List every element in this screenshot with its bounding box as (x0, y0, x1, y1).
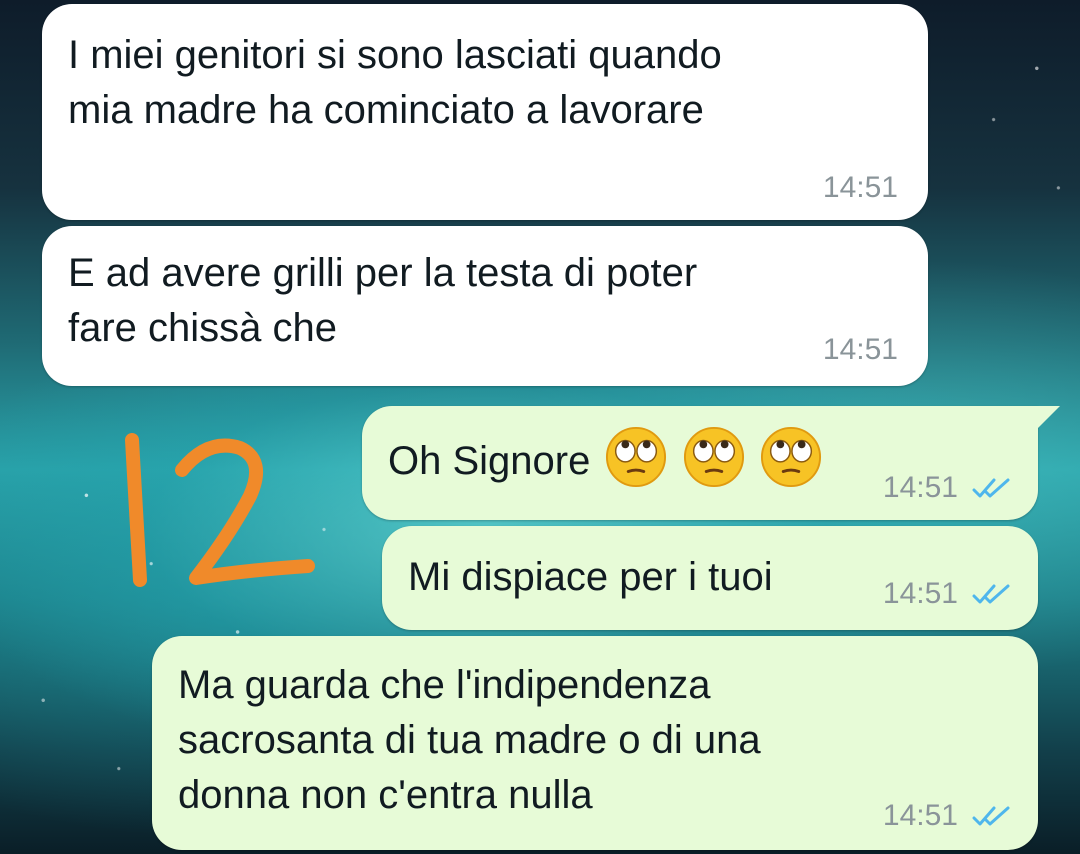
message-text: Oh Signore (388, 427, 822, 489)
outgoing-message[interactable]: Oh Signore 14:51 (362, 406, 1060, 520)
handwritten-annotation-12 (125, 433, 315, 587)
incoming-message[interactable]: E ad avere grilli per la testa di poter … (42, 226, 928, 386)
message-meta: 14:51 (883, 798, 1012, 834)
message-text-line: donna non c'entra nulla (178, 773, 593, 817)
outgoing-message[interactable]: Mi dispiace per i tuoi 14:51 (382, 526, 1038, 630)
message-timestamp: 14:51 (822, 333, 898, 366)
message-timestamp: 14:51 (822, 171, 898, 204)
message-meta: 14:51 (883, 470, 1012, 506)
message-text-line: fare chissà che (68, 306, 338, 350)
message-text-line: I miei genitori si sono lasciati quando (68, 33, 722, 77)
double-check-read-icon (972, 804, 1012, 828)
face-with-rolling-eyes-icon (683, 427, 744, 488)
message-text-line: mia madre ha cominciato a lavorare (68, 88, 704, 132)
message-text-line: sacrosanta di tua madre o di una (178, 718, 761, 762)
face-with-rolling-eyes-icon (606, 427, 667, 488)
message-timestamp: 14:51 (882, 799, 958, 832)
double-check-read-icon (972, 476, 1012, 500)
face-with-rolling-eyes-icon (760, 427, 821, 488)
double-check-read-icon (972, 582, 1012, 606)
message-text-line: E ad avere grilli per la testa di poter (68, 251, 698, 295)
incoming-message[interactable]: I miei genitori si sono lasciati quando … (42, 4, 928, 220)
message-meta: 14:51 (883, 576, 1012, 612)
bubble-tail (1030, 406, 1060, 436)
message-text-line: Ma guarda che l'indipendenza (178, 663, 711, 707)
message-meta: 14:51 (823, 170, 898, 206)
message-timestamp: 14:51 (882, 471, 958, 504)
message-text: Mi dispiace per i tuoi (408, 555, 773, 599)
message-meta: 14:51 (823, 332, 898, 368)
message-text-content: Oh Signore (388, 439, 591, 483)
message-timestamp: 14:51 (882, 577, 958, 610)
outgoing-message[interactable]: Ma guarda che l'indipendenza sacrosanta … (152, 636, 1038, 850)
